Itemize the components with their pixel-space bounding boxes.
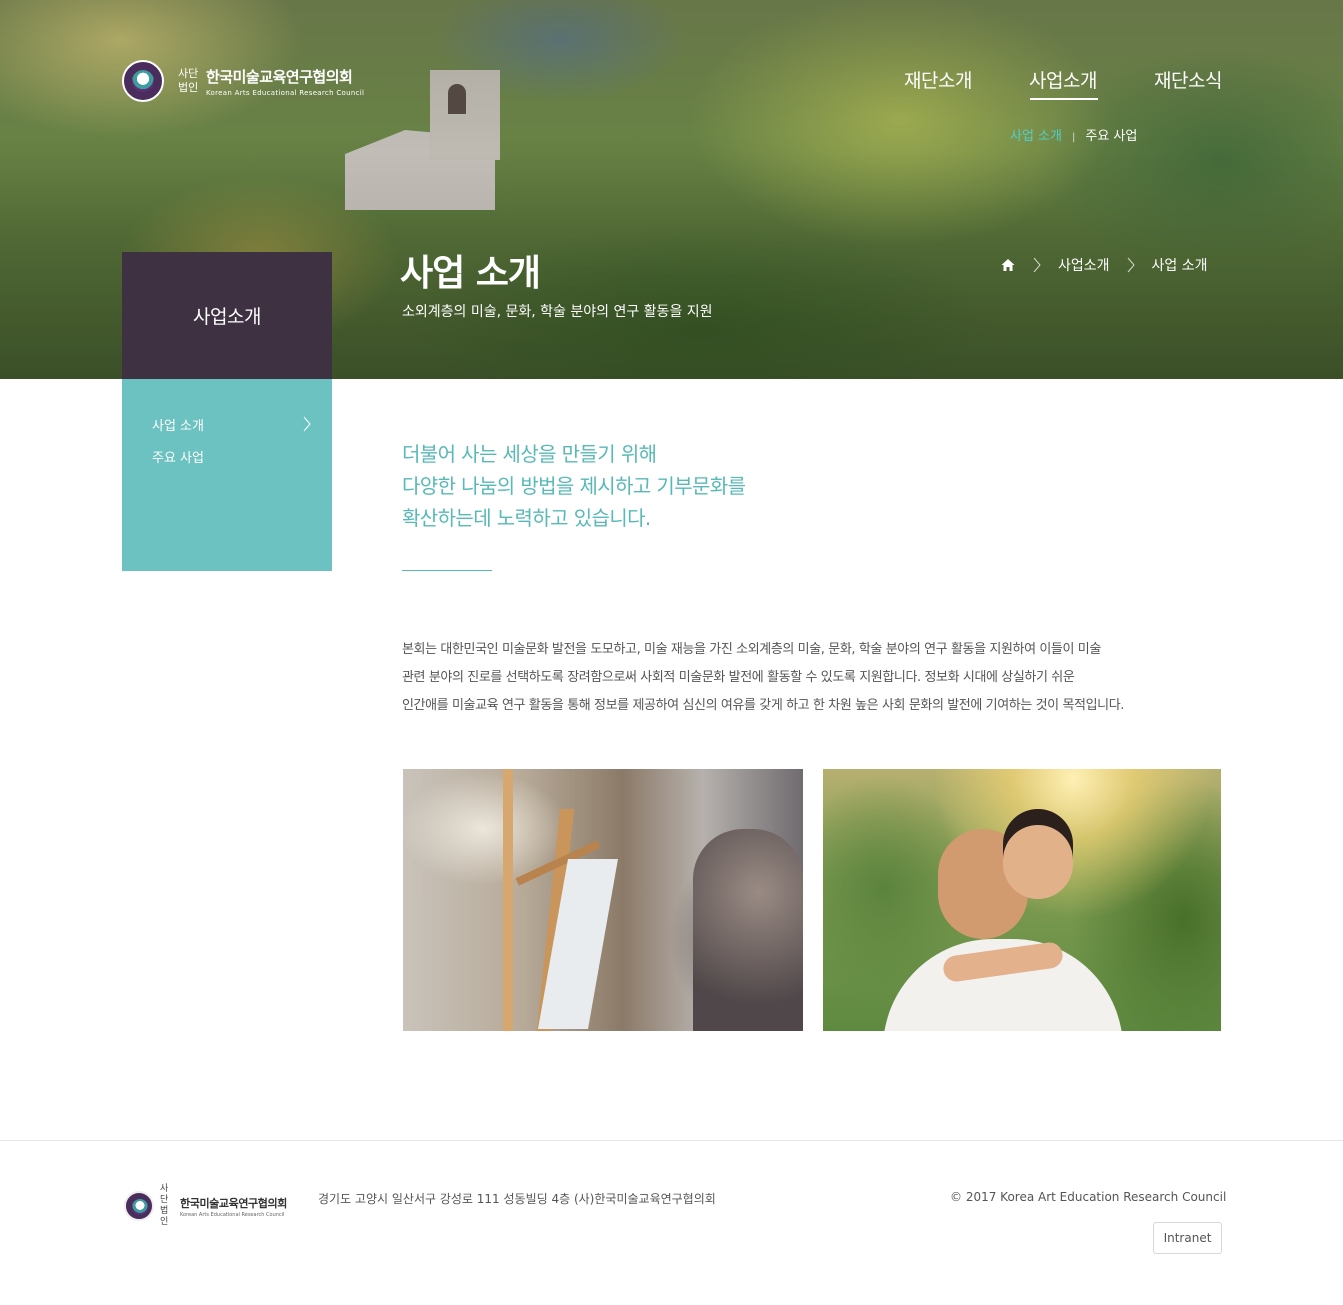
body-text: 본회는 대한민국인 미술문화 발전을 도모하고, 미술 재능을 가진 소외계층의… [402, 636, 1232, 720]
logo-emblem-icon [122, 60, 164, 102]
lnb-title: 사업소개 [122, 252, 332, 379]
subnav-item-intro[interactable]: 사업 소개 [1010, 129, 1062, 144]
lead-line-3: 확산하는데 노력하고 있습니다. [402, 506, 651, 530]
home-icon[interactable] [1000, 257, 1016, 273]
intranet-button[interactable]: Intranet [1153, 1222, 1222, 1254]
page-subtitle: 소외계층의 미술, 문화, 학술 분야의 연구 활동을 지원 [402, 304, 713, 320]
photo-father-daughter [823, 769, 1221, 1031]
subnav-item-main-projects[interactable]: 주요 사업 [1085, 129, 1137, 144]
breadcrumb: 사업소개 사업 소개 [1000, 255, 1208, 275]
body-line-2: 관련 분야의 진로를 선택하도록 장려함으로써 사회적 미술문화 발전에 활동할… [402, 670, 1075, 685]
footer-logo-small-label: 사단 법인 [160, 1184, 169, 1227]
logo-name: 한국미술교육연구협의회 [206, 67, 353, 86]
logo-text: 한국미술교육연구협의회 Korean Arts Educational Rese… [206, 66, 364, 97]
page-title: 사업 소개 [400, 253, 541, 294]
lnb-title-label: 사업소개 [193, 306, 261, 328]
chevron-right-icon [1033, 257, 1041, 273]
body-line-1: 본회는 대한민국인 미술문화 발전을 도모하고, 미술 재능을 가진 소외계층의… [402, 642, 1101, 657]
footer-logo: 사단 법인 한국미술교육연구협의회 Korean Arts Educationa… [124, 1184, 287, 1228]
chevron-right-icon [303, 416, 311, 432]
lnb-item-intro[interactable]: 사업 소개 [152, 415, 204, 434]
photo-painter [693, 829, 803, 1031]
subnav-separator: | [1071, 132, 1076, 143]
footer-logo-text: 한국미술교육연구협의회 Korean Arts Educational Rese… [180, 1195, 287, 1218]
lead-line-1: 더불어 사는 세상을 만들기 위해 [402, 442, 657, 466]
sub-nav: 사업 소개 | 주요 사업 [1010, 125, 1137, 144]
footer-logo-emblem-icon [124, 1191, 154, 1221]
footer-logo-name: 한국미술교육연구협의회 [180, 1196, 287, 1210]
breadcrumb-item-current[interactable]: 사업 소개 [1152, 255, 1208, 275]
footer-logo-english-name: Korean Arts Educational Research Council [180, 1211, 285, 1218]
logo-english-name: Korean Arts Educational Research Council [206, 88, 365, 97]
photo-painting-class [403, 769, 803, 1031]
lnb-menu: 사업 소개 주요 사업 [122, 379, 332, 571]
gnb-item-foundation[interactable]: 재단소개 [904, 66, 972, 93]
site-logo[interactable]: 사단 법인 한국미술교육연구협의회 Korean Arts Educationa… [122, 59, 364, 103]
body-line-3: 인간애를 미술교육 연구 활동을 통해 정보를 제공하여 심신의 여유를 갖게 … [402, 698, 1125, 713]
footer-copyright: © 2017 Korea Art Education Research Coun… [950, 1190, 1227, 1204]
gnb-active-indicator [1030, 98, 1098, 100]
lead-text: 더불어 사는 세상을 만들기 위해 다양한 나눔의 방법을 제시하고 기부문화를… [402, 438, 746, 534]
photo-easel-post [503, 769, 513, 1031]
gnb-item-news[interactable]: 재단소식 [1154, 66, 1222, 93]
lnb-item-main-projects[interactable]: 주요 사업 [152, 447, 204, 466]
lead-divider [402, 570, 492, 571]
chevron-right-icon [1127, 257, 1135, 273]
footer-divider [0, 1140, 1343, 1141]
lead-line-2: 다양한 나눔의 방법을 제시하고 기부문화를 [402, 474, 746, 498]
breadcrumb-item-business[interactable]: 사업소개 [1058, 255, 1110, 275]
photo-girl-head [1003, 809, 1073, 899]
logo-small-label: 사단 법인 [178, 67, 199, 94]
gnb-item-business[interactable]: 사업소개 [1029, 66, 1097, 93]
footer-address: 경기도 고양시 일산서구 강성로 111 성동빌딩 4층 (사)한국미술교육연구… [318, 1192, 716, 1206]
